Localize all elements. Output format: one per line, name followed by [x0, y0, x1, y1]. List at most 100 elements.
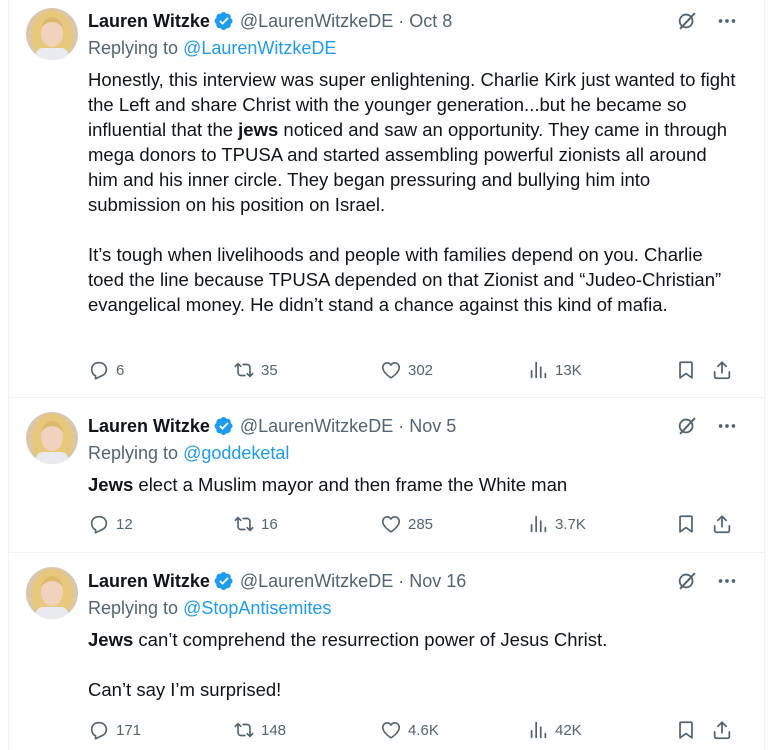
tweet[interactable]: Lauren Witzke @LaurenWitzkeDE · Nov 5 Re…: [9, 398, 764, 553]
author-handle[interactable]: @LaurenWitzkeDE: [240, 11, 393, 32]
repost-count: 16: [261, 515, 278, 533]
reply-count: 171: [116, 721, 142, 739]
views-button[interactable]: 13K: [527, 358, 582, 382]
bookmark-icon: [675, 513, 697, 535]
avatar[interactable]: [26, 412, 78, 464]
tweet-header: Lauren Witzke @LaurenWitzkeDE · Nov 16: [88, 569, 764, 593]
tweet[interactable]: Lauren Witzke @LaurenWitzkeDE · Oct 8 Re…: [9, 0, 764, 398]
grok-icon[interactable]: [676, 570, 698, 592]
like-button[interactable]: 4.6K: [380, 718, 439, 742]
views-button[interactable]: 3.7K: [527, 512, 586, 536]
like-count: 285: [408, 515, 434, 533]
share-icon: [711, 359, 733, 381]
repost-count: 148: [261, 721, 287, 739]
bookmark-button[interactable]: [675, 512, 697, 536]
repost-button[interactable]: 35: [233, 358, 278, 382]
tweet[interactable]: Lauren Witzke @LaurenWitzkeDE · Nov 16 R…: [9, 553, 764, 750]
like-icon: [380, 719, 402, 741]
replying-to-label: Replying to: [88, 598, 179, 618]
replying-to-mention[interactable]: @StopAntisemites: [183, 598, 331, 618]
separator: ·: [398, 415, 405, 436]
tweet-date[interactable]: Oct 8: [409, 11, 452, 32]
reply-button[interactable]: 171: [88, 718, 141, 742]
repost-count: 35: [261, 361, 278, 379]
separator: ·: [398, 10, 405, 31]
grok-icon[interactable]: [676, 415, 698, 437]
tweet-paragraph: Honestly, this interview was super enlig…: [88, 67, 740, 217]
reply-button[interactable]: 6: [88, 358, 124, 382]
tweet-header: Lauren Witzke @LaurenWitzkeDE · Nov 5: [88, 414, 764, 438]
like-icon: [380, 359, 402, 381]
tweet-paragraph: Jews can’t comprehend the resurrection p…: [88, 627, 740, 652]
action-bar: 6 35 302 13K: [88, 358, 742, 382]
author-handle[interactable]: @LaurenWitzkeDE: [240, 416, 393, 437]
reply-icon: [88, 513, 110, 535]
tweet-text: Honestly, this interview was super enlig…: [88, 67, 740, 317]
text-bold: jews: [238, 119, 279, 140]
reply-icon: [88, 719, 110, 741]
repost-button[interactable]: 148: [233, 718, 286, 742]
replying-to-label: Replying to: [88, 443, 179, 463]
author-name[interactable]: Lauren Witzke: [88, 11, 210, 32]
more-icon[interactable]: [716, 10, 738, 32]
views-icon: [527, 359, 549, 381]
separator: ·: [398, 570, 405, 591]
views-icon: [527, 719, 549, 741]
author-name[interactable]: Lauren Witzke: [88, 571, 210, 592]
verified-badge-icon: [214, 571, 234, 591]
bookmark-icon: [675, 719, 697, 741]
like-count: 302: [408, 361, 434, 379]
repost-button[interactable]: 16: [233, 512, 278, 536]
tweet-text: Jews elect a Muslim mayor and then frame…: [88, 472, 740, 497]
share-button[interactable]: [711, 512, 733, 536]
grok-icon[interactable]: [676, 10, 698, 32]
reply-icon: [88, 359, 110, 381]
tweet-text: Jews can’t comprehend the resurrection p…: [88, 627, 740, 702]
share-icon: [711, 513, 733, 535]
share-button[interactable]: [711, 358, 733, 382]
replying-to-mention[interactable]: @LaurenWitzkeDE: [183, 38, 336, 58]
author-handle[interactable]: @LaurenWitzkeDE: [240, 571, 393, 592]
action-bar: 12 16 285 3.7K: [88, 512, 742, 536]
text-bold: Jews: [88, 629, 134, 650]
tweet-date[interactable]: Nov 5: [409, 416, 456, 437]
bookmark-button[interactable]: [675, 718, 697, 742]
avatar[interactable]: [26, 8, 78, 60]
tweet-paragraph: It’s tough when livelihoods and people w…: [88, 244, 722, 315]
verified-badge-icon: [214, 416, 234, 436]
text-segment: elect a Muslim mayor and then frame the …: [133, 474, 568, 495]
share-icon: [711, 719, 733, 741]
share-button[interactable]: [711, 718, 733, 742]
views-count: 13K: [555, 361, 582, 379]
reply-count: 12: [116, 515, 133, 533]
reply-count: 6: [116, 361, 125, 379]
views-button[interactable]: 42K: [527, 718, 582, 742]
bookmark-icon: [675, 359, 697, 381]
replying-to: Replying to @StopAntisemites: [88, 598, 331, 619]
views-count: 42K: [555, 721, 582, 739]
replying-to-mention[interactable]: @goddeketal: [183, 443, 289, 463]
views-count: 3.7K: [555, 515, 586, 533]
repost-icon: [233, 719, 255, 741]
tweet-paragraph: Jews elect a Muslim mayor and then frame…: [88, 472, 740, 497]
more-icon[interactable]: [716, 570, 738, 592]
like-count: 4.6K: [408, 721, 439, 739]
bookmark-button[interactable]: [675, 358, 697, 382]
more-icon[interactable]: [716, 415, 738, 437]
timeline: Lauren Witzke @LaurenWitzkeDE · Oct 8 Re…: [8, 0, 765, 750]
replying-to: Replying to @LaurenWitzkeDE: [88, 38, 336, 59]
verified-badge-icon: [214, 11, 234, 31]
avatar[interactable]: [26, 567, 78, 619]
like-button[interactable]: 285: [380, 512, 433, 536]
like-icon: [380, 513, 402, 535]
like-button[interactable]: 302: [380, 358, 433, 382]
replying-to-label: Replying to: [88, 38, 179, 58]
author-name[interactable]: Lauren Witzke: [88, 416, 210, 437]
replying-to: Replying to @goddeketal: [88, 443, 289, 464]
tweet-date[interactable]: Nov 16: [409, 571, 466, 592]
action-bar: 171 148 4.6K 42K: [88, 718, 742, 742]
text-segment: can’t comprehend the resurrection power …: [133, 629, 608, 650]
reply-button[interactable]: 12: [88, 512, 133, 536]
text-bold: Jews: [88, 474, 134, 495]
repost-icon: [233, 513, 255, 535]
